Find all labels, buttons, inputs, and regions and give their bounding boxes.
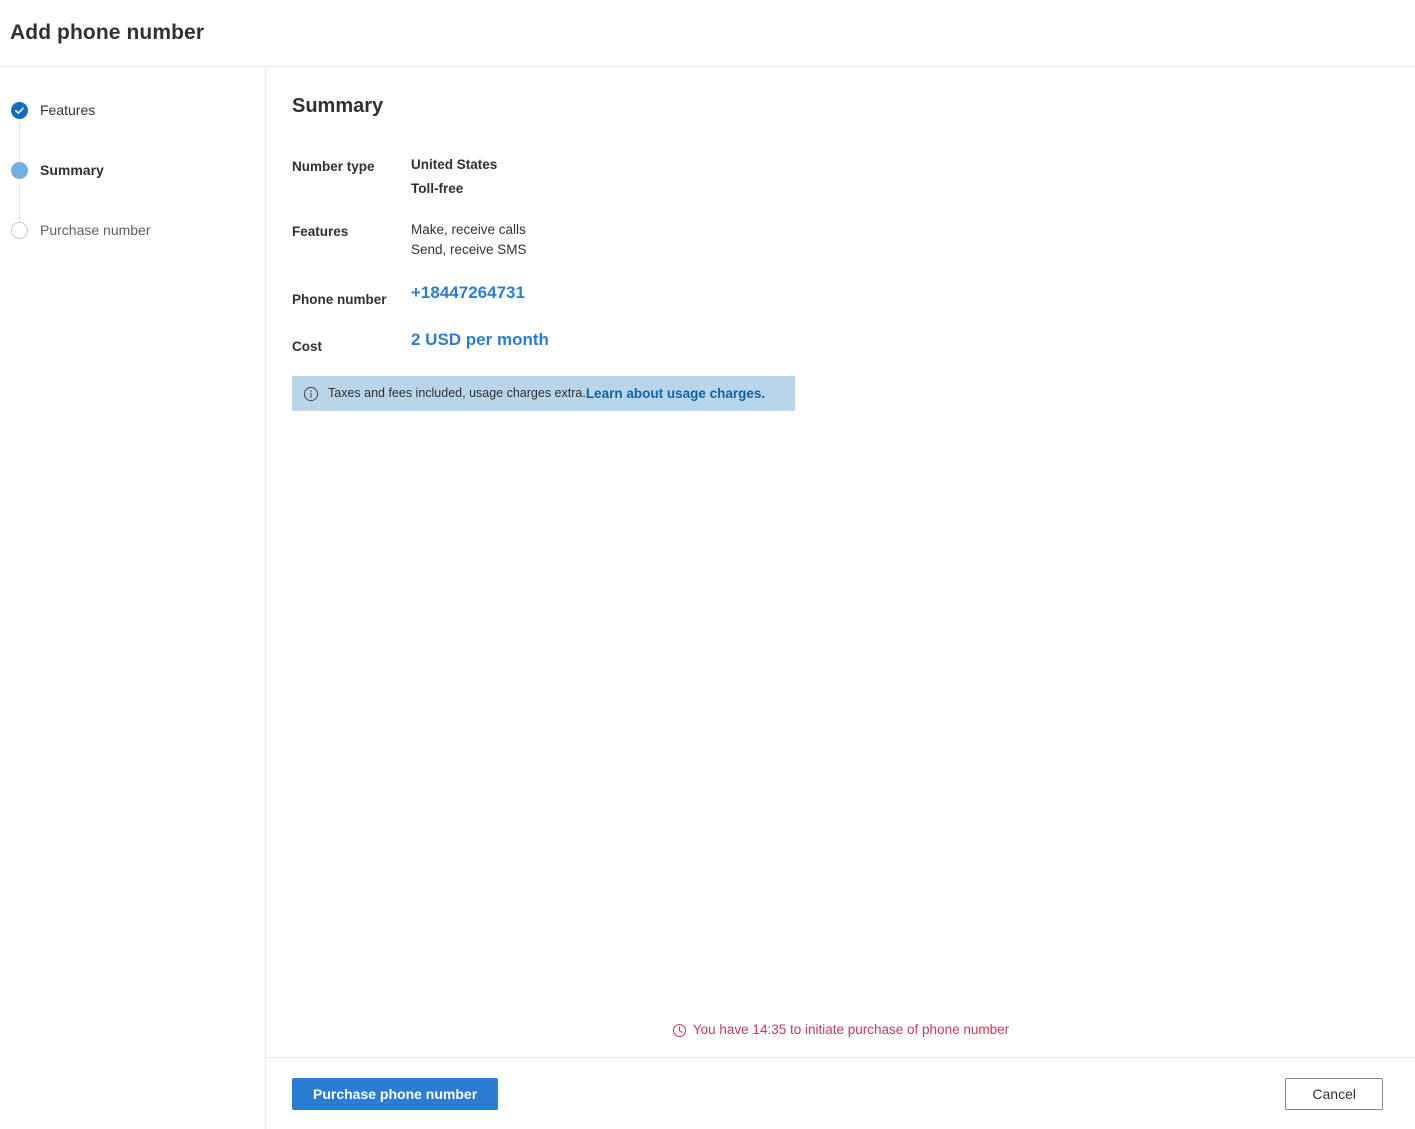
wizard-step-features[interactable]: Features [0, 100, 265, 162]
summary-row-phone-number: Phone number +18447264731 [292, 282, 1415, 309]
step-marker-purchase-number [11, 222, 28, 239]
wizard-step-label-features: Features [40, 102, 96, 118]
step-marker-summary [11, 162, 28, 222]
wizard-step-label-purchase-number: Purchase number [40, 222, 151, 238]
summary-value-line: Send, receive SMS [411, 242, 527, 257]
summary-row-features: Features Make, receive calls Send, recei… [292, 220, 1415, 260]
page-title: Add phone number [10, 21, 205, 44]
summary-row-cost: Cost 2 USD per month [292, 329, 1415, 356]
info-banner-text: Taxes and fees included, usage charges e… [328, 386, 586, 400]
content-column: Summary Number type United States Toll-f… [266, 67, 1415, 1129]
summary-panel: Summary Number type United States Toll-f… [266, 67, 1415, 1021]
wizard-step-purchase-number[interactable]: Purchase number [0, 220, 265, 280]
panel-header: Add phone number [0, 0, 1415, 67]
summary-label: Number type [292, 159, 375, 174]
check-icon [11, 102, 28, 119]
purchase-phone-number-button[interactable]: Purchase phone number [292, 1077, 499, 1110]
summary-value-cost: 2 USD per month [411, 330, 549, 349]
step-connector [19, 122, 20, 162]
step-connector [19, 182, 20, 222]
panel-footer: Purchase phone number Cancel [266, 1057, 1415, 1129]
learn-about-usage-charges-link[interactable]: Learn about usage charges. [586, 386, 765, 401]
wizard-step-label-summary: Summary [40, 162, 104, 178]
summary-label: Phone number [292, 292, 387, 307]
purchase-timer-text: You have 14:35 to initiate purchase of p… [692, 1022, 1010, 1037]
info-banner: Taxes and fees included, usage charges e… [292, 376, 795, 411]
summary-row-number-type: Number type United States Toll-free [292, 155, 1415, 198]
summary-value-line: United States [411, 157, 498, 172]
clock-icon [672, 1023, 687, 1038]
panel-body: Features Summary Purchase number Summary… [0, 67, 1415, 1129]
summary-value-phone-number: +18447264731 [411, 283, 525, 302]
section-heading: Summary [292, 95, 384, 117]
summary-value-line: Make, receive calls [411, 222, 526, 237]
info-circle-icon [303, 386, 319, 402]
step-marker-features [11, 102, 28, 162]
empty-circle-icon [11, 222, 28, 239]
filled-circle-icon [11, 162, 28, 179]
summary-value-line: Toll-free [411, 181, 464, 196]
purchase-timer: You have 14:35 to initiate purchase of p… [266, 1021, 1415, 1057]
cancel-button[interactable]: Cancel [1285, 1077, 1383, 1110]
summary-label: Features [292, 224, 349, 239]
summary-value-number-type: United States Toll-free [411, 155, 497, 198]
summary-label: Cost [292, 339, 322, 354]
summary-value-features: Make, receive calls Send, receive SMS [411, 220, 527, 260]
wizard-rail: Features Summary Purchase number [0, 67, 266, 1129]
wizard-step-summary[interactable]: Summary [0, 160, 265, 222]
